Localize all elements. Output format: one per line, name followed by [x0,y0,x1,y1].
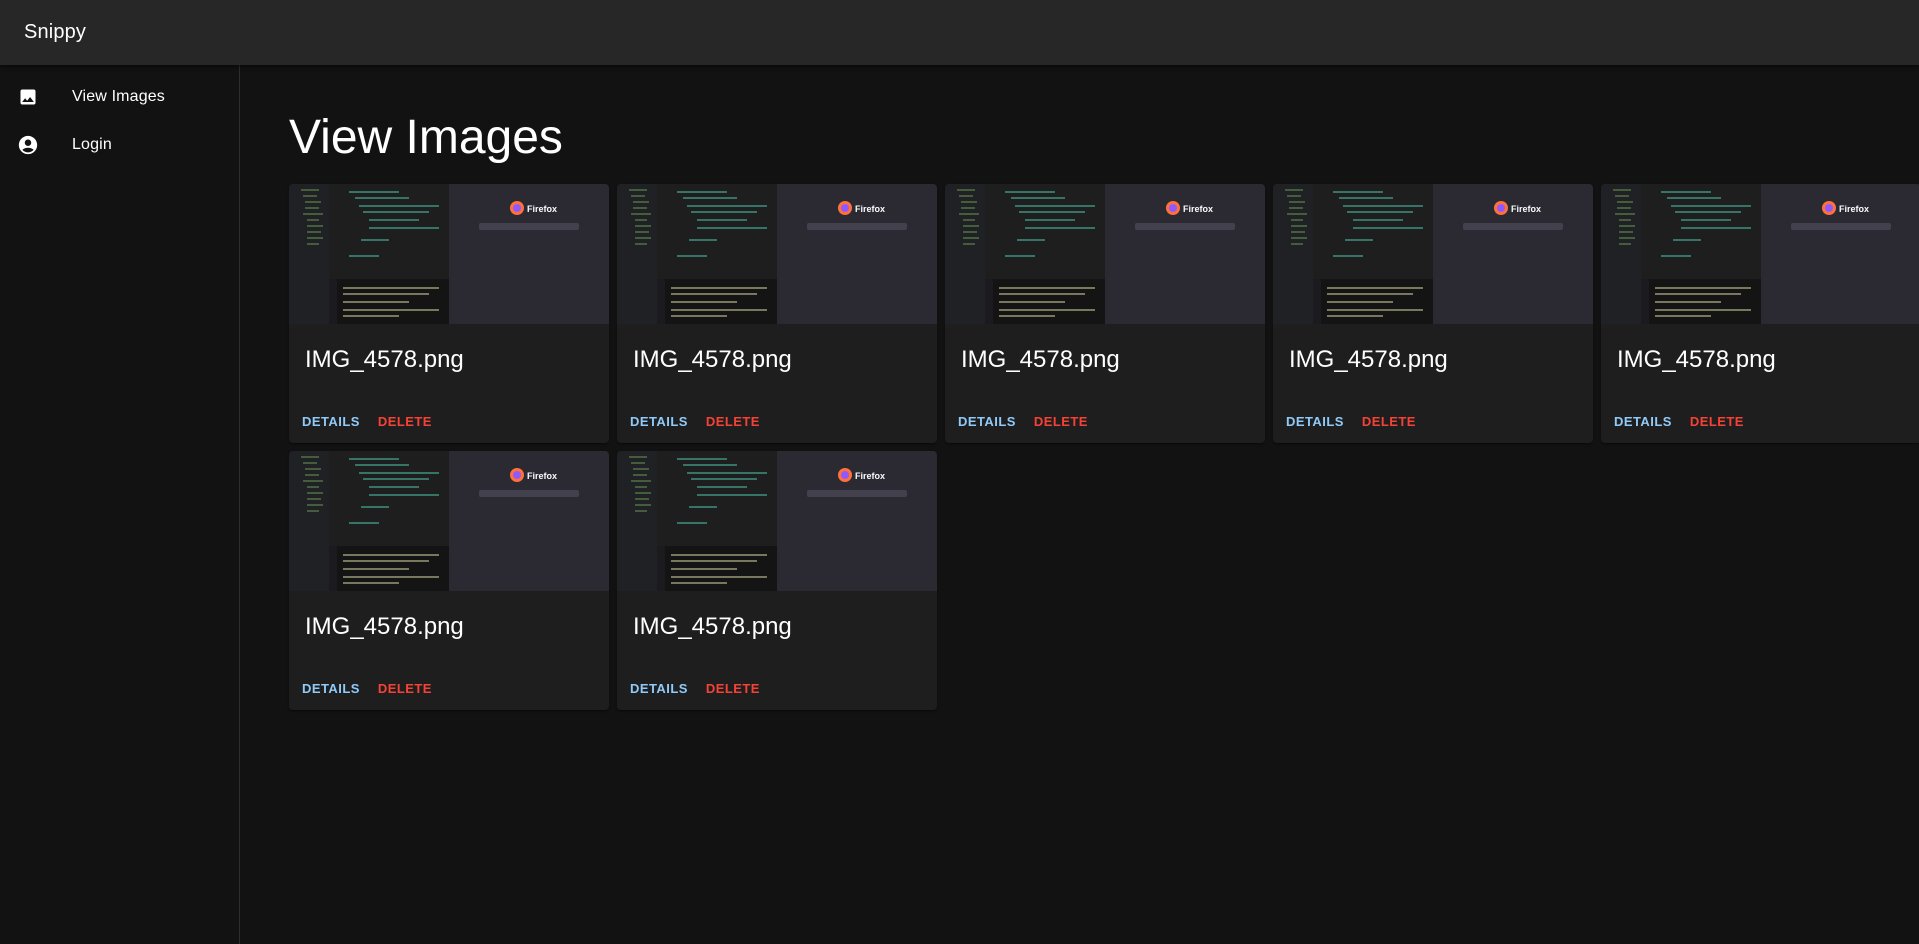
image-card: Firefox IMG_4578.png DETAILS DELETE [1273,184,1593,444]
sidebar-item-label: Login [72,136,112,153]
card-actions: DETAILS DELETE [1609,408,1749,435]
image-filename: IMG_4578.png [305,613,464,641]
sidebar-item-view-images[interactable]: View Images [0,73,239,121]
image-card: Firefox IMG_4578.png DETAILS DELETE [617,184,937,444]
details-button[interactable]: DETAILS [953,408,1021,435]
card-actions: DETAILS DELETE [953,408,1093,435]
sidebar-item-label: View Images [72,88,165,105]
page-title: View Images [289,111,563,164]
details-button[interactable]: DETAILS [625,675,693,702]
card-actions: DETAILS DELETE [297,408,437,435]
app-bar: Snippy [0,0,1919,65]
image-filename: IMG_4578.png [961,346,1120,374]
delete-button[interactable]: DELETE [1357,408,1421,435]
image-thumbnail[interactable]: Firefox [289,451,609,592]
image-filename: IMG_4578.png [1617,346,1776,374]
browser-name-text: Firefox [1183,204,1213,214]
image-card: Firefox IMG_4578.png DETAILS DELETE [289,451,609,711]
details-button[interactable]: DETAILS [297,408,365,435]
browser-name-text: Firefox [1511,204,1541,214]
image-filename: IMG_4578.png [1289,346,1448,374]
delete-button[interactable]: DELETE [701,408,765,435]
delete-button[interactable]: DELETE [373,675,437,702]
image-card: Firefox IMG_4578.png DETAILS DELETE [1601,184,1919,444]
image-grid: Firefox IMG_4578.png DETAILS DELETE Fire… [289,184,1919,711]
image-thumbnail[interactable]: Firefox [1273,184,1593,325]
browser-name-text: Firefox [527,204,557,214]
image-filename: IMG_4578.png [633,346,792,374]
image-filename: IMG_4578.png [633,613,792,641]
card-actions: DETAILS DELETE [297,675,437,702]
card-actions: DETAILS DELETE [625,408,765,435]
image-thumbnail[interactable]: Firefox [945,184,1265,325]
sidebar: View Images Login [0,65,240,944]
details-button[interactable]: DETAILS [625,408,693,435]
delete-button[interactable]: DELETE [1685,408,1749,435]
image-thumbnail[interactable]: Firefox [617,451,937,592]
details-button[interactable]: DETAILS [1281,408,1349,435]
browser-name-text: Firefox [1839,204,1869,214]
app-title: Snippy [24,21,87,43]
image-card: Firefox IMG_4578.png DETAILS DELETE [945,184,1265,444]
account-circle-icon [16,133,40,157]
card-actions: DETAILS DELETE [625,675,765,702]
browser-name-text: Firefox [527,471,557,481]
image-card: Firefox IMG_4578.png DETAILS DELETE [617,451,937,711]
image-thumbnail[interactable]: Firefox [617,184,937,325]
main-content: View Images Firefox IMG_4578.png DETAILS… [241,65,1919,944]
browser-name-text: Firefox [855,204,885,214]
browser-name-text: Firefox [855,471,885,481]
image-icon [16,85,40,109]
image-filename: IMG_4578.png [305,346,464,374]
card-actions: DETAILS DELETE [1281,408,1421,435]
image-thumbnail[interactable]: Firefox [289,184,609,325]
sidebar-item-login[interactable]: Login [0,121,239,169]
image-thumbnail[interactable]: Firefox [1601,184,1919,325]
delete-button[interactable]: DELETE [701,675,765,702]
image-card: Firefox IMG_4578.png DETAILS DELETE [289,184,609,444]
delete-button[interactable]: DELETE [373,408,437,435]
delete-button[interactable]: DELETE [1029,408,1093,435]
details-button[interactable]: DETAILS [297,675,365,702]
details-button[interactable]: DETAILS [1609,408,1677,435]
